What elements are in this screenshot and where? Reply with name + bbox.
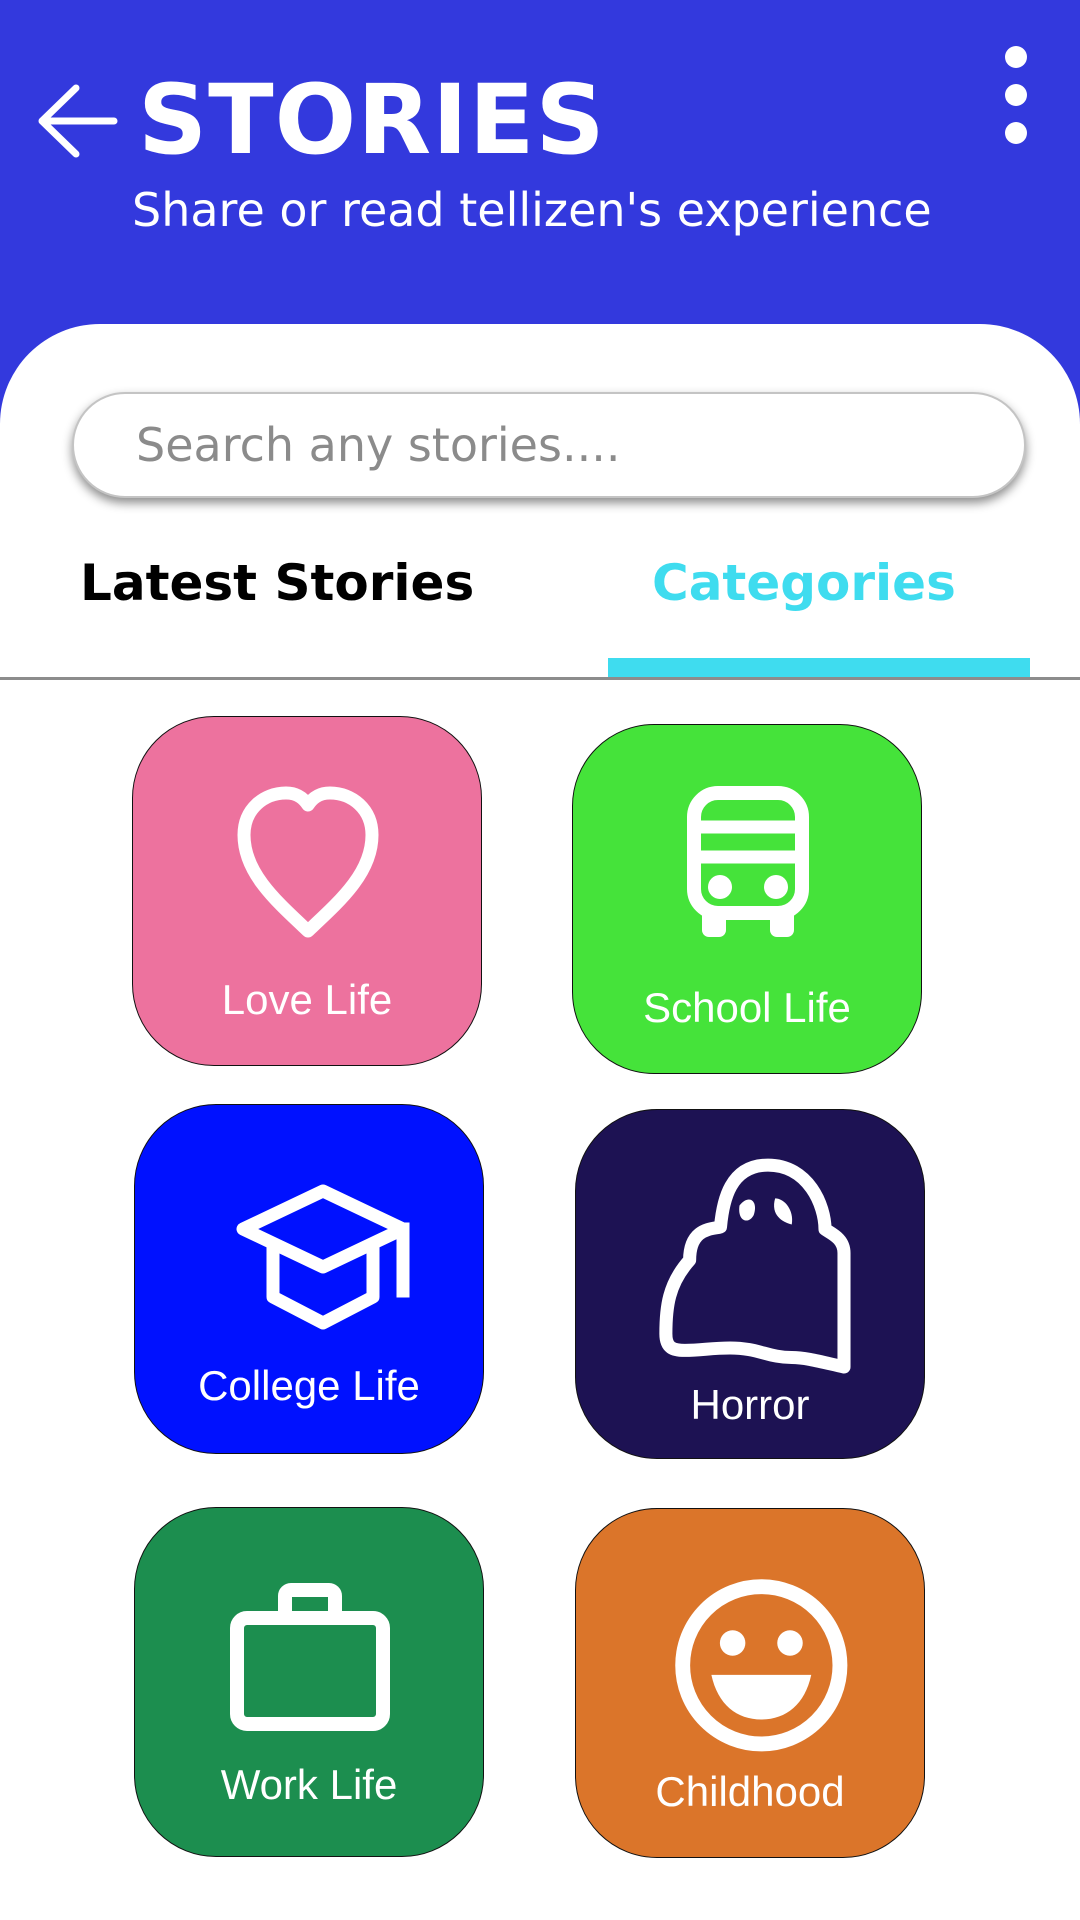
- category-card-work-life[interactable]: Work Life: [134, 1507, 484, 1857]
- arrow-left-icon[interactable]: [38, 84, 118, 158]
- search-bar[interactable]: [72, 392, 1026, 498]
- category-card-school-life[interactable]: School Life: [572, 724, 922, 1074]
- ghost-icon: [659, 1158, 851, 1374]
- heart-icon: [237, 786, 379, 938]
- bus-icon: [687, 786, 809, 937]
- category-card-love-life[interactable]: Love Life: [132, 716, 482, 1066]
- search-input[interactable]: [134, 417, 998, 473]
- category-label: College Life: [198, 1362, 420, 1409]
- category-label: Horror: [690, 1381, 810, 1428]
- graduation-cap-icon: [236, 1184, 410, 1330]
- tab-categories[interactable]: Categories: [652, 548, 956, 618]
- active-tab-indicator: [608, 658, 1030, 678]
- page-title: STORIES: [138, 64, 606, 176]
- category-label: Love Life: [221, 976, 393, 1023]
- page-subtitle: Share or read tellizen's experience: [132, 183, 932, 237]
- category-card-college-life[interactable]: College Life: [134, 1104, 484, 1454]
- category-label: Work Life: [220, 1761, 398, 1808]
- briefcase-icon: [230, 1583, 390, 1731]
- category-label: School Life: [643, 984, 851, 1031]
- smiley-face-icon: [675, 1579, 848, 1752]
- vertical-dots-icon[interactable]: [996, 44, 1036, 154]
- tab-latest-stories[interactable]: Latest Stories: [80, 548, 474, 618]
- category-card-childhood[interactable]: Childhood: [575, 1508, 925, 1858]
- category-card-horror[interactable]: Horror: [575, 1109, 925, 1459]
- tab-divider: [0, 677, 1080, 680]
- category-label: Childhood: [655, 1768, 845, 1815]
